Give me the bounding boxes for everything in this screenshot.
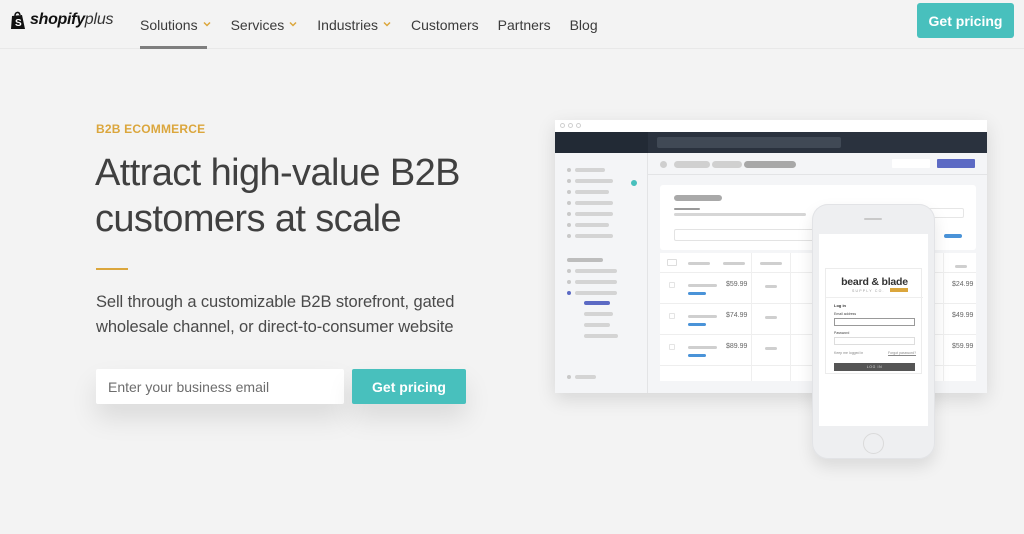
logo-plus-text: plus [84,11,114,28]
password-field-illustration [834,337,915,345]
nav-item-label: Services [230,16,285,33]
nav-item-industries[interactable]: Industries [317,0,392,49]
chevron-down-icon [383,21,391,27]
login-button-illustration: LOG IN [834,363,915,371]
shopify-plus-logo[interactable]: S shopify plus [10,9,114,31]
email-field-illustration [834,318,915,326]
price: $74.99 [726,312,748,319]
get-pricing-nav-button[interactable]: Get pricing [917,3,1014,38]
price: $59.99 [952,343,974,350]
top-navigation: S shopify plus Solutions Services Indust… [0,0,1024,49]
admin-search-placeholder [657,137,841,148]
phone-speaker [864,218,882,220]
login-title: Log in [834,303,846,308]
price: $89.99 [726,343,748,350]
window-controls [560,123,581,128]
logo-wordmark: shopify [30,11,85,28]
forgot-password-link: Forgot password? [888,351,917,355]
divider [96,268,128,270]
price: $49.99 [952,312,974,319]
admin-sidebar-illustration [555,153,648,393]
nav-item-label: Industries [317,16,378,33]
svg-text:S: S [15,18,22,29]
main-menu: Solutions Services Industries Customers … [140,0,617,49]
business-email-input[interactable] [96,369,344,404]
get-pricing-button[interactable]: Get pricing [352,369,466,404]
chevron-down-icon [289,21,297,27]
email-label: Email address [834,312,857,316]
nav-item-label: Solutions [140,16,198,33]
nav-item-label: Customers [410,16,479,33]
nav-item-services[interactable]: Services [231,0,299,49]
wholesale-tag [890,288,908,292]
nav-item-blog[interactable]: Blog [570,0,598,49]
phone-illustration: beard & blade SUPPLY CO. Log in Email ad… [812,204,935,459]
breadcrumb-illustration [648,153,987,175]
signup-form: Get pricing [96,369,466,404]
nav-item-label: Partners [497,16,551,33]
chevron-down-icon [203,21,211,27]
nav-item-solutions[interactable]: Solutions [140,0,212,49]
notification-dot [631,180,637,186]
store-brand-subtitle: SUPPLY CO. [852,289,885,293]
password-label: Password [834,331,850,335]
remember-label: Keep me logged in [834,351,864,355]
storefront-login-card: beard & blade SUPPLY CO. Log in Email ad… [825,268,923,374]
hero-eyebrow: B2B ECOMMERCE [96,122,206,136]
phone-screen: beard & blade SUPPLY CO. Log in Email ad… [819,234,928,426]
phone-home-button [863,433,884,454]
hero-headline: Attract high-value B2B customers at scal… [95,152,460,240]
hero-subtext: Sell through a customizable B2B storefro… [96,293,455,336]
price: $24.99 [952,281,974,288]
shopify-bag-icon: S [11,11,25,29]
admin-topbar [555,132,987,153]
nav-item-partners[interactable]: Partners [498,0,551,49]
nav-item-label: Blog [569,16,598,33]
price: $59.99 [726,281,748,288]
store-brand-name: beard & blade [841,276,908,288]
nav-item-customers[interactable]: Customers [411,0,479,49]
